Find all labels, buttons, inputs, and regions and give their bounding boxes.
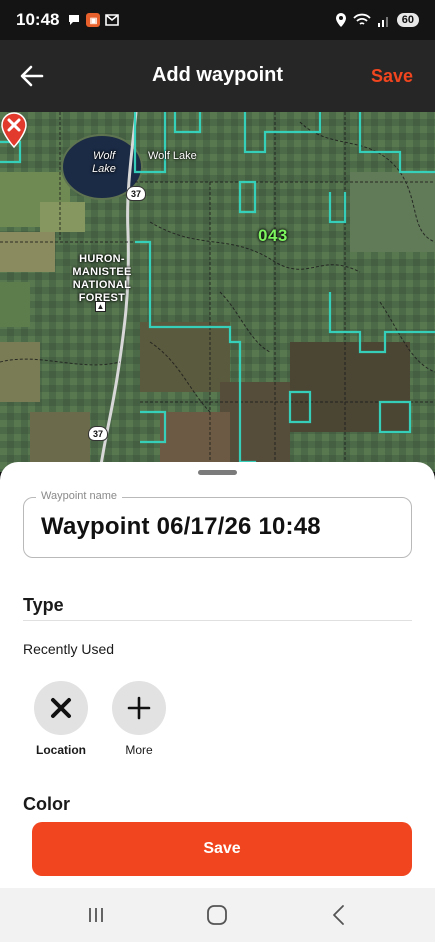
type-option-location[interactable]: Location [31, 681, 91, 757]
status-time: 10:48 [16, 10, 60, 29]
type-option-label: More [125, 743, 153, 757]
color-heading: Color [23, 794, 70, 814]
status-bar: 10:48 ▣ 60 [0, 0, 435, 40]
forest-label: HURON-MANISTEE NATIONAL FOREST [72, 253, 132, 304]
app-header: Add waypoint Save [0, 40, 435, 112]
recently-used-label: Recently Used [23, 641, 115, 657]
waypoint-name-label: Waypoint name [36, 490, 123, 502]
chat-icon [67, 13, 81, 27]
type-divider [23, 620, 412, 621]
waypoint-marker-icon[interactable] [0, 112, 28, 148]
town-label: Wolf Lake [148, 150, 197, 162]
app-notification-icon: ▣ [86, 13, 101, 27]
system-nav-bar [0, 888, 435, 942]
sheet-drag-handle[interactable] [198, 470, 237, 475]
page-title: Add waypoint [151, 64, 284, 86]
gmail-icon [105, 13, 120, 27]
notification-icons: ▣ [67, 13, 120, 27]
wifi-icon [353, 13, 371, 25]
route-shield: 37 [126, 186, 146, 201]
back-nav-icon[interactable] [325, 902, 353, 928]
route-shield: 37 [88, 426, 108, 441]
x-mark-icon [51, 698, 71, 718]
signal-icon [377, 16, 388, 27]
location-icon [335, 13, 346, 27]
location-option-circle[interactable] [34, 681, 88, 735]
plus-icon [127, 696, 151, 720]
header-save-button[interactable]: Save [371, 66, 413, 87]
unit-label: 043 [258, 226, 288, 245]
save-button[interactable]: Save [32, 822, 412, 876]
recent-apps-icon[interactable] [82, 902, 110, 928]
status-right: 60 [335, 13, 419, 27]
home-icon[interactable] [203, 902, 231, 928]
battery-indicator: 60 [396, 13, 419, 27]
type-option-more[interactable]: More [109, 681, 169, 757]
waypoint-name-input[interactable]: Waypoint 06/17/26 10:48 [41, 513, 321, 541]
back-arrow-icon[interactable] [18, 62, 46, 90]
type-option-label: Location [36, 743, 86, 757]
more-option-circle[interactable] [112, 681, 166, 735]
forest-symbol-icon: ▲ [95, 301, 106, 312]
waypoint-name-field[interactable]: Waypoint name Waypoint 06/17/26 10:48 [23, 490, 412, 558]
waypoint-sheet: Waypoint name Waypoint 06/17/26 10:48 Ty… [0, 462, 435, 888]
type-heading: Type [23, 595, 64, 615]
lake-label: Wolf Lake [92, 150, 116, 175]
map-view[interactable]: Wolf Lake Wolf Lake HURON-MANISTEE NATIO… [0, 112, 435, 472]
